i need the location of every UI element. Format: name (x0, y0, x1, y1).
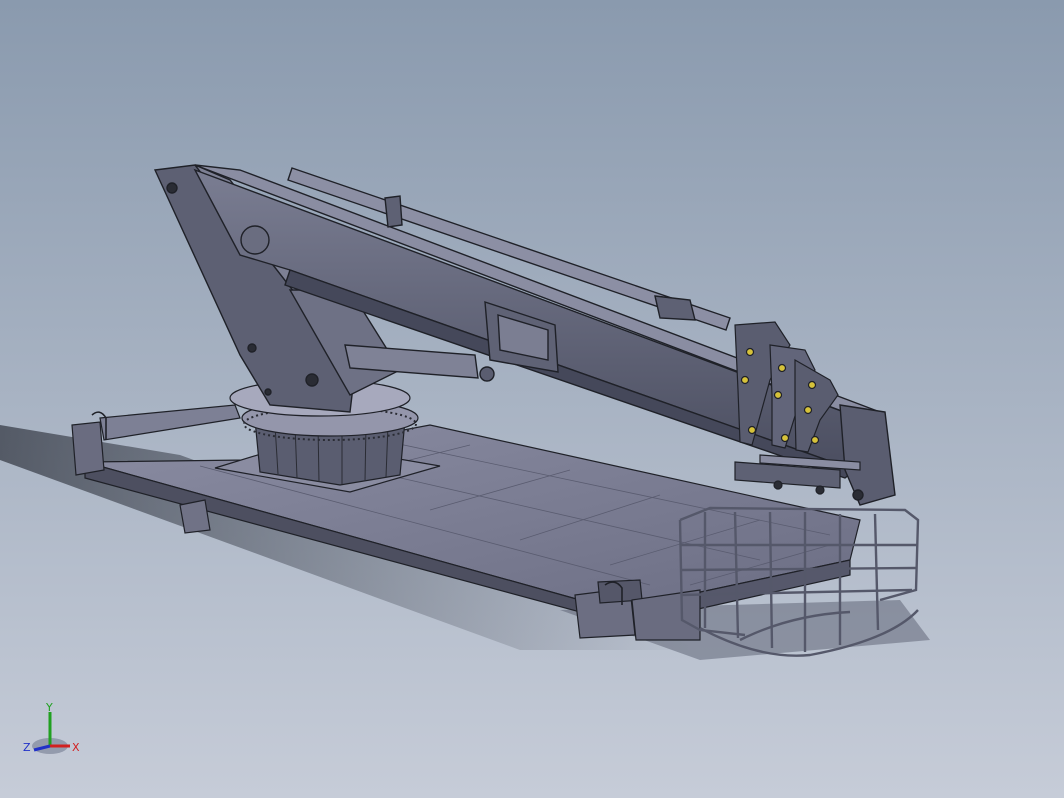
triad-z-label: Z (23, 741, 31, 754)
king-post-hole-2 (247, 343, 257, 353)
boom-tip-head (839, 404, 896, 506)
triad-y-label: Y (45, 701, 53, 714)
boom-tip-pin (852, 489, 864, 501)
luffing-cylinder-end (479, 366, 495, 382)
telescope-cylinder-clamp-2 (654, 295, 696, 321)
cad-viewport[interactable]: Y X Z (0, 0, 1064, 798)
boom-pivot-pin (240, 225, 270, 255)
triad-x-label: X (72, 741, 80, 754)
king-post-hole-3 (305, 373, 319, 387)
telescope-cylinder-clamp-1 (384, 195, 403, 228)
rear-support-leg (179, 499, 211, 534)
king-post-hole-4 (264, 388, 272, 396)
orientation-triad[interactable]: Y X Z (18, 700, 88, 770)
rear-cross-beam (99, 404, 241, 441)
crane-model-3d-view[interactable] (0, 0, 1064, 798)
king-post-hole-1 (166, 182, 178, 194)
rear-end-post (71, 421, 105, 476)
